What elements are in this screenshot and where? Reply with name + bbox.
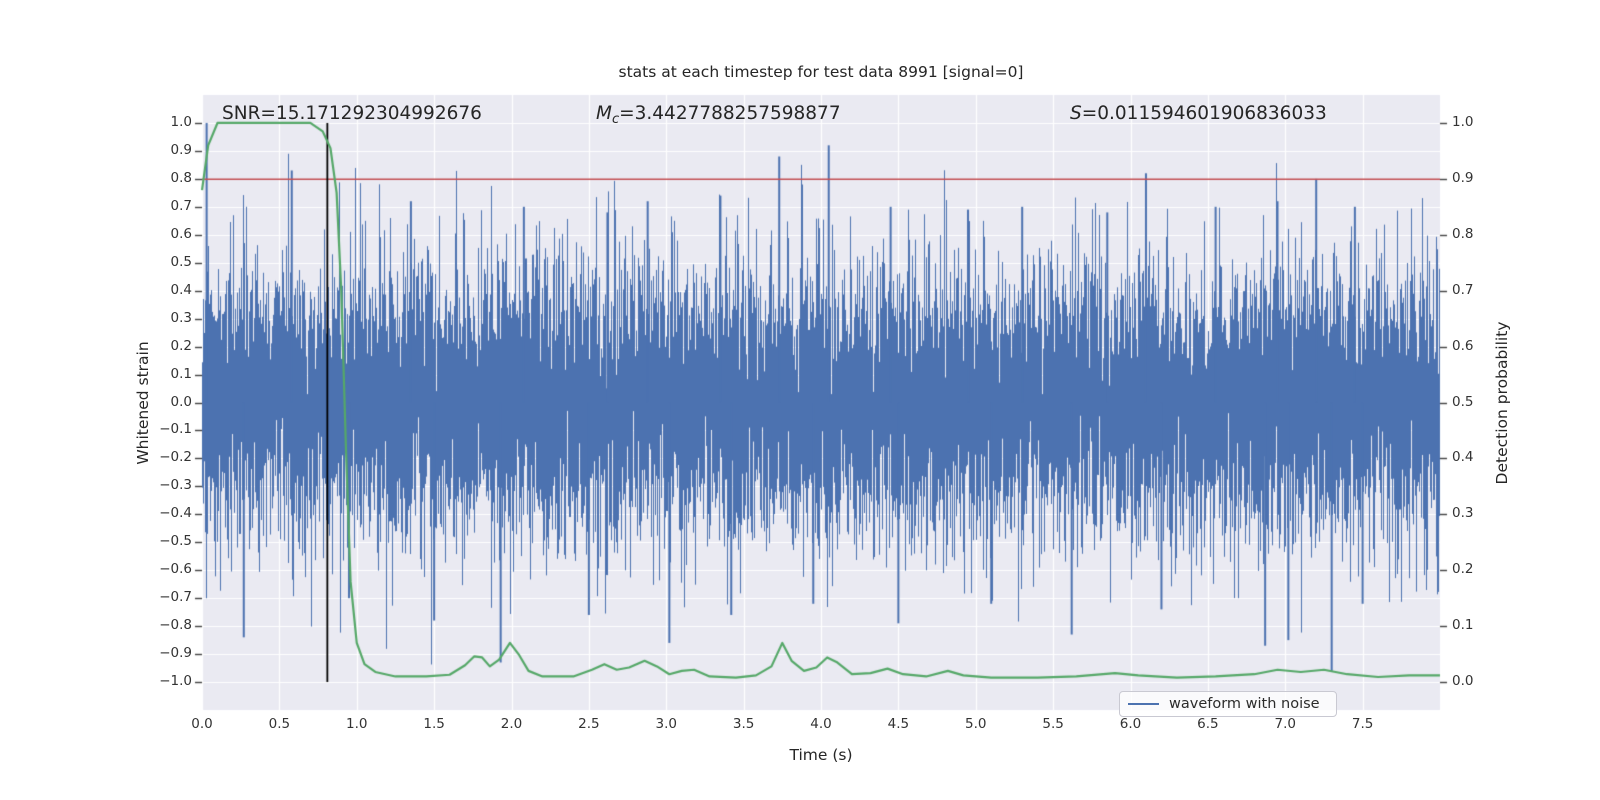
x-tick-label: 7.5: [1351, 716, 1374, 732]
y-tick-label-left: 0.9: [170, 141, 192, 158]
x-tick-label: 3.0: [655, 716, 677, 732]
y-tick-label-left: 0.7: [170, 197, 192, 214]
x-tick-label: 1.0: [346, 716, 368, 732]
y-tick-label-left: −0.8: [159, 617, 192, 634]
y-tick-label-right: 0.9: [1452, 169, 1474, 186]
y-tick-label-right: 0.2: [1452, 561, 1474, 578]
y-tick-label-left: −0.6: [159, 561, 192, 578]
y-tick-label-left: −0.9: [159, 645, 192, 662]
x-tick-label: 5.5: [1042, 716, 1064, 732]
x-tick-label: 5.0: [965, 716, 987, 732]
y-tick-label-right: 0.0: [1452, 673, 1474, 690]
snr-text: SNR=15.171292304992676: [222, 103, 482, 124]
annotation-s-stat: S=0.011594601906836033: [1070, 103, 1327, 124]
y-tick-label-left: 0.3: [170, 309, 192, 326]
x-tick-label: 2.0: [500, 716, 523, 732]
x-tick-label: 4.0: [810, 716, 832, 732]
y-tick-label-right: 0.1: [1452, 617, 1474, 634]
y-tick-label-left: 0.1: [170, 365, 192, 382]
x-tick-label: 7.0: [1274, 716, 1296, 732]
mc-symbol: M: [596, 103, 612, 124]
mc-value: =3.4427788257598877: [619, 103, 841, 124]
y-tick-label-left: −1.0: [159, 673, 192, 690]
s-value: =0.011594601906836033: [1081, 103, 1327, 124]
y-tick-label-left: −0.4: [159, 505, 192, 522]
y-tick-label-left: −0.5: [159, 533, 192, 550]
y-axis-label-right: Detection probability: [1493, 321, 1511, 485]
y-tick-label-right: 0.5: [1452, 393, 1474, 410]
x-tick-label: 0.0: [191, 716, 213, 732]
y-tick-label-right: 0.6: [1452, 337, 1474, 354]
legend-line-sample: [1128, 703, 1159, 705]
x-tick-label: 6.5: [1197, 716, 1219, 732]
y-tick-label-left: −0.1: [159, 421, 192, 438]
x-tick-label: 1.5: [423, 716, 445, 732]
y-tick-label-left: 0.5: [170, 253, 192, 270]
figure: stats at each timestep for test data 899…: [0, 0, 1600, 800]
y-tick-label-right: 0.4: [1452, 449, 1474, 466]
y-tick-label-left: −0.2: [159, 449, 192, 466]
x-tick-label: 0.5: [268, 716, 291, 732]
y-tick-label-right: 0.7: [1452, 281, 1474, 298]
s-symbol: S: [1070, 103, 1082, 124]
y-tick-label-left: 1.0: [170, 113, 192, 130]
y-tick-label-left: 0.2: [170, 337, 192, 354]
legend-entry-label: waveform with noise: [1169, 696, 1320, 712]
x-tick-label: 6.0: [1119, 716, 1142, 732]
y-tick-label-left: 0.6: [170, 225, 192, 242]
annotation-snr: SNR=15.171292304992676: [222, 103, 482, 124]
y-tick-label-right: 0.3: [1452, 505, 1474, 522]
annotation-chirp-mass: Mc=3.4427788257598877: [596, 103, 841, 127]
x-tick-label: 2.5: [578, 716, 600, 732]
y-tick-label-right: 1.0: [1452, 113, 1474, 130]
y-tick-label-left: 0.4: [170, 281, 192, 298]
y-tick-label-right: 0.8: [1452, 225, 1474, 242]
x-axis-label: Time (s): [789, 746, 853, 764]
y-tick-label-left: 0.8: [170, 169, 192, 186]
x-tick-label: 3.5: [732, 716, 755, 732]
x-tick-label: 4.5: [887, 716, 910, 732]
legend: waveform with noise: [1119, 691, 1337, 717]
y-tick-label-left: −0.3: [159, 477, 192, 494]
y-tick-label-left: 0.0: [170, 393, 192, 410]
chart-title: stats at each timestep for test data 899…: [618, 63, 1024, 81]
y-tick-label-left: −0.7: [159, 589, 192, 606]
